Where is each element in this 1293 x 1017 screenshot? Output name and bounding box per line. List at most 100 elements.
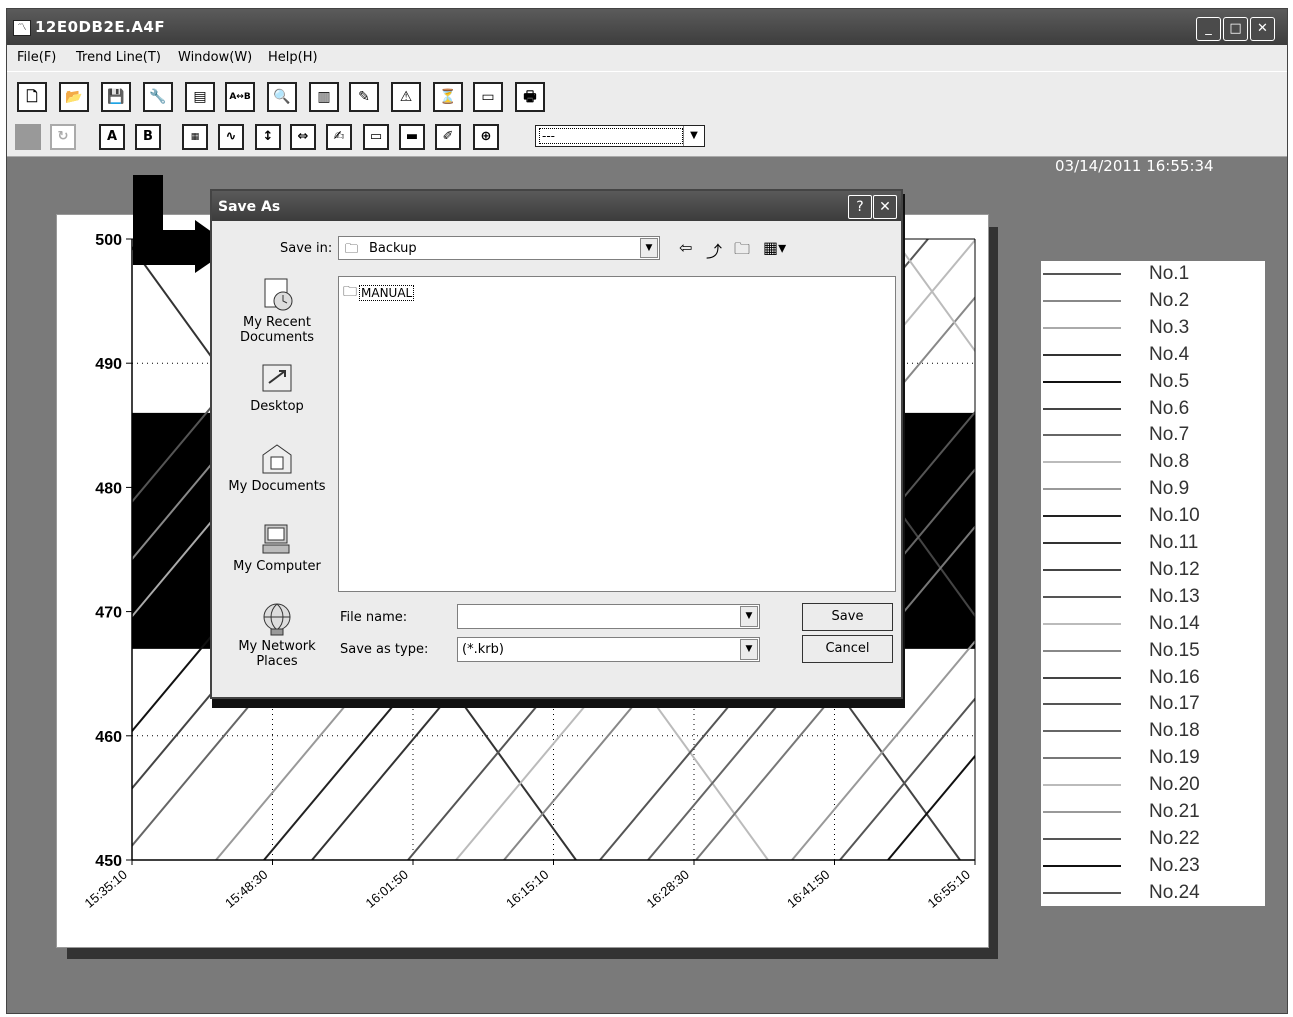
cancel-button[interactable]: Cancel	[802, 635, 893, 663]
vertical-zoom-icon[interactable]: ↕	[255, 124, 281, 150]
cursor-a-button[interactable]: A	[99, 124, 125, 150]
chevron-down-icon[interactable]: ▼	[740, 606, 758, 627]
legend-line	[1043, 434, 1121, 437]
legend-item: No.22	[1041, 828, 1265, 850]
chevron-down-icon[interactable]: ▼	[683, 126, 704, 146]
new-file-icon[interactable]: 🗋	[17, 82, 47, 112]
edit-chart-icon[interactable]: ✎	[349, 82, 379, 112]
help-button[interactable]: ?	[848, 195, 872, 219]
trend-select[interactable]: --- ▼	[535, 125, 705, 147]
save-in-select[interactable]: 🗀 Backup ▼	[338, 236, 660, 260]
legend-line	[1043, 649, 1121, 652]
save-icon[interactable]: 💾	[101, 82, 131, 112]
horizontal-zoom-icon[interactable]: ⇔	[290, 124, 316, 150]
view-menu-icon[interactable]: ▦▾	[763, 238, 786, 257]
refresh-icon[interactable]: ↻	[50, 124, 76, 150]
bar-graph-icon[interactable]: ▥	[309, 82, 339, 112]
open-folder-icon[interactable]: 📂	[59, 82, 89, 112]
file-list[interactable]: 🗀 MANUAL	[338, 276, 896, 592]
legend-label: No.20	[1149, 774, 1200, 796]
y-tick-label: 470	[95, 605, 122, 622]
dialog-title: Save As	[218, 199, 281, 215]
legend-line	[1043, 568, 1121, 571]
chevron-down-icon[interactable]: ▼	[640, 238, 658, 258]
menu-trend-line[interactable]: Trend Line(T)	[76, 50, 161, 65]
color-swatch-icon[interactable]	[15, 124, 41, 150]
app-window: 〽 12E0DB2E.A4F _ □ ✕ File(F) Trend Line(…	[6, 8, 1288, 1014]
comment-icon[interactable]: ▭	[363, 124, 389, 150]
legend-label: No.4	[1149, 343, 1190, 365]
place-my-computer[interactable]: My Computer	[222, 521, 332, 574]
filter-icon[interactable]: ⏳	[433, 82, 463, 112]
legend-label: No.3	[1149, 316, 1190, 338]
zoom-icon[interactable]: ⊕	[473, 124, 499, 150]
legend-line	[1043, 542, 1121, 544]
y-tick-label: 460	[95, 729, 122, 746]
place-desktop[interactable]: Desktop	[222, 361, 332, 414]
edit-icon[interactable]: ✐	[435, 124, 461, 150]
legend-line	[1043, 273, 1121, 275]
legend-label: No.18	[1149, 720, 1200, 742]
legend-label: No.8	[1149, 451, 1190, 473]
save-in-label: Save in:	[280, 241, 333, 256]
monitor-icon[interactable]: ▭	[473, 82, 503, 112]
legend-item: No.12	[1041, 559, 1265, 581]
my-computer-icon	[262, 524, 290, 554]
menu-help[interactable]: Help(H)	[268, 50, 318, 65]
x-tick-label: 16:55:10	[925, 867, 973, 911]
legend-label: No.23	[1149, 854, 1200, 876]
label-icon[interactable]: ▬	[399, 124, 425, 150]
legend-line	[1043, 730, 1121, 733]
new-folder-icon[interactable]: 🗀	[734, 238, 750, 265]
legend-label: No.11	[1149, 532, 1199, 553]
axis-scale-icon[interactable]: ▦	[182, 124, 208, 150]
up-folder-icon[interactable]: ⤴	[706, 238, 722, 262]
trend-toolbar: ↻ A B ▦ ∿ ↕ ⇔ ✍ ▭ ▬ ✐ ⊕ --- ▼	[7, 119, 1287, 157]
file-name-input[interactable]: ▼	[457, 604, 760, 629]
back-arrow-icon[interactable]: ⇦	[679, 238, 692, 257]
close-button[interactable]: ✕	[1250, 17, 1275, 41]
maximize-button[interactable]: □	[1223, 17, 1248, 41]
place-recent-documents[interactable]: My Recent Documents	[222, 277, 332, 345]
print-icon[interactable]: 🖶	[515, 82, 545, 112]
ab-compare-icon[interactable]: A↔B	[225, 82, 255, 112]
legend-line	[1043, 299, 1121, 302]
minimize-button[interactable]: _	[1196, 17, 1221, 41]
x-tick-label: 15:35:10	[82, 867, 130, 911]
save-type-select[interactable]: (*.krb) ▼	[457, 637, 760, 662]
wave-icon[interactable]: ∿	[218, 124, 244, 150]
legend-label: No.12	[1149, 558, 1200, 580]
menu-window[interactable]: Window(W)	[178, 50, 252, 65]
x-tick-label: 16:28:30	[644, 867, 692, 911]
annotation-icon[interactable]: ✍	[326, 124, 352, 150]
place-my-network-places[interactable]: My Network Places	[222, 601, 332, 669]
legend-item: No.3	[1041, 317, 1265, 339]
chevron-down-icon[interactable]: ▼	[740, 639, 758, 660]
dialog-close-button[interactable]: ✕	[873, 195, 897, 219]
alarm-chart-icon[interactable]: ⚠	[391, 82, 421, 112]
legend-line	[1043, 461, 1121, 464]
place-my-documents[interactable]: My Documents	[222, 441, 332, 494]
my-documents-icon	[262, 444, 292, 474]
legend-line	[1043, 757, 1121, 760]
legend-line	[1043, 784, 1121, 787]
legend-item: No.20	[1041, 774, 1265, 796]
legend-item: No.23	[1041, 855, 1265, 877]
title-bar: 〽 12E0DB2E.A4F _ □ ✕	[7, 9, 1287, 45]
legend-label: No.16	[1149, 666, 1200, 688]
table-view-icon[interactable]: ▤	[185, 82, 215, 112]
legend-line	[1043, 891, 1121, 894]
legend-line	[1043, 676, 1121, 679]
legend-line	[1043, 515, 1121, 518]
settings-wrench-icon[interactable]: 🔧	[143, 82, 173, 112]
legend-label: No.13	[1149, 585, 1200, 607]
legend-line	[1043, 353, 1121, 356]
cursor-b-button[interactable]: B	[135, 124, 161, 150]
search-binoculars-icon[interactable]: 🔍	[267, 82, 297, 112]
legend-label: No.14	[1149, 612, 1200, 634]
legend-label: No.9	[1149, 478, 1190, 500]
legend-item: No.6	[1041, 398, 1265, 420]
save-button[interactable]: Save	[802, 603, 893, 631]
menu-file[interactable]: File(F)	[17, 50, 56, 65]
list-item[interactable]: 🗀 MANUAL	[343, 281, 415, 305]
